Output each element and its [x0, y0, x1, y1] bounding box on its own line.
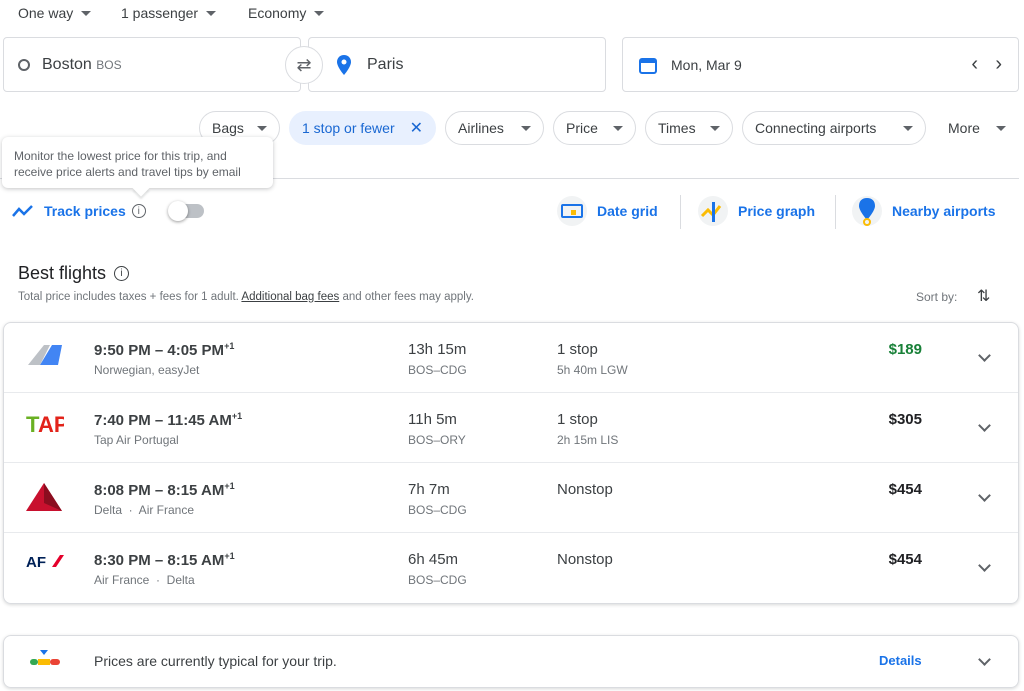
filter-times[interactable]: Times	[645, 111, 733, 145]
nearby-airports-button[interactable]: Nearby airports	[852, 196, 995, 226]
passengers-dropdown[interactable]: 1 passenger	[121, 5, 217, 21]
calendar-icon	[639, 57, 657, 74]
caret-down-icon	[521, 125, 531, 131]
caret-down-icon	[257, 125, 267, 131]
date-input[interactable]: Mon, Mar 9 ‹ ›	[622, 37, 1019, 92]
flight-row[interactable]: 9:50 PM – 4:05 PM+1 Norwegian, easyJet 1…	[4, 323, 1018, 393]
filter-price[interactable]: Price	[553, 111, 636, 145]
price-graph-icon	[698, 196, 728, 226]
flight-row[interactable]: AF 8:30 PM – 8:15 AM+1 Air France · Delt…	[4, 533, 1018, 603]
filter-more[interactable]: More	[935, 111, 1019, 145]
sort-icon[interactable]: ⇅	[977, 286, 990, 306]
chevron-down-icon[interactable]	[978, 559, 991, 572]
caret-down-icon	[314, 10, 325, 16]
cabin-dropdown[interactable]: Economy	[248, 5, 325, 21]
price-graph-button[interactable]: Price graph	[698, 196, 815, 226]
price: $305	[888, 411, 922, 428]
flight-list: 9:50 PM – 4:05 PM+1 Norwegian, easyJet 1…	[3, 322, 1019, 604]
price-insight: Prices are currently typical for your tr…	[3, 635, 1019, 688]
track-prices-toggle[interactable]	[167, 201, 204, 221]
section-subtitle: Total price includes taxes + fees for 1 …	[18, 291, 474, 303]
next-date-button[interactable]: ›	[995, 53, 1002, 76]
caret-down-icon	[613, 125, 623, 131]
filter-connecting-airports[interactable]: Connecting airports	[742, 111, 926, 145]
chevron-down-icon[interactable]	[978, 419, 991, 432]
track-prices-tooltip: Monitor the lowest price for this trip, …	[2, 137, 273, 197]
caret-down-icon	[206, 10, 217, 16]
svg-text:AF: AF	[26, 554, 46, 569]
track-prices: Track prices i	[12, 201, 204, 221]
date-grid-button[interactable]: Date grid	[557, 196, 658, 226]
chevron-down-icon[interactable]	[978, 349, 991, 362]
prev-date-button[interactable]: ‹	[971, 53, 978, 76]
chevron-down-icon[interactable]	[978, 489, 991, 502]
details-link[interactable]: Details	[879, 653, 922, 668]
filter-stops[interactable]: 1 stop or fewer ✕	[289, 111, 436, 145]
price: $454	[888, 551, 922, 568]
price-level-icon	[30, 650, 60, 665]
bag-fees-link[interactable]: Additional bag fees	[241, 291, 339, 303]
chevron-down-icon[interactable]	[978, 653, 991, 666]
info-icon[interactable]: i	[114, 266, 130, 281]
filter-airlines[interactable]: Airlines	[445, 111, 544, 145]
trip-type-dropdown[interactable]: One way	[18, 5, 92, 21]
trending-icon	[12, 205, 33, 217]
price: $454	[888, 481, 922, 498]
origin-input[interactable]: Boston BOS	[3, 37, 301, 92]
airline-logo: T AP	[26, 412, 69, 440]
info-icon[interactable]: i	[131, 204, 146, 218]
divider	[835, 195, 836, 229]
airline-logo: AF	[26, 553, 64, 574]
section-title: Best flights	[18, 263, 107, 283]
caret-down-icon	[710, 125, 720, 131]
date-grid-icon	[557, 196, 587, 226]
flight-row[interactable]: 8:08 PM – 8:15 AM+1 Delta · Air France 7…	[4, 463, 1018, 533]
destination-input[interactable]: Paris	[308, 37, 606, 92]
flight-row[interactable]: T AP 7:40 PM – 11:45 AM+1 Tap Air Portuga…	[4, 393, 1018, 463]
caret-down-icon	[81, 10, 92, 16]
svg-text:AP: AP	[38, 413, 64, 435]
price: $189	[888, 341, 922, 358]
circle-icon	[18, 58, 30, 71]
nearby-airports-icon	[852, 196, 882, 226]
location-pin-icon	[337, 54, 351, 75]
swap-icon[interactable]: ⇄	[285, 46, 323, 84]
caret-down-icon	[996, 125, 1006, 131]
caret-down-icon	[903, 125, 913, 131]
divider	[680, 195, 681, 229]
close-icon[interactable]: ✕	[410, 118, 423, 138]
sort-label: Sort by:	[916, 290, 958, 304]
airline-logo	[26, 343, 62, 370]
airline-logo	[26, 483, 62, 518]
